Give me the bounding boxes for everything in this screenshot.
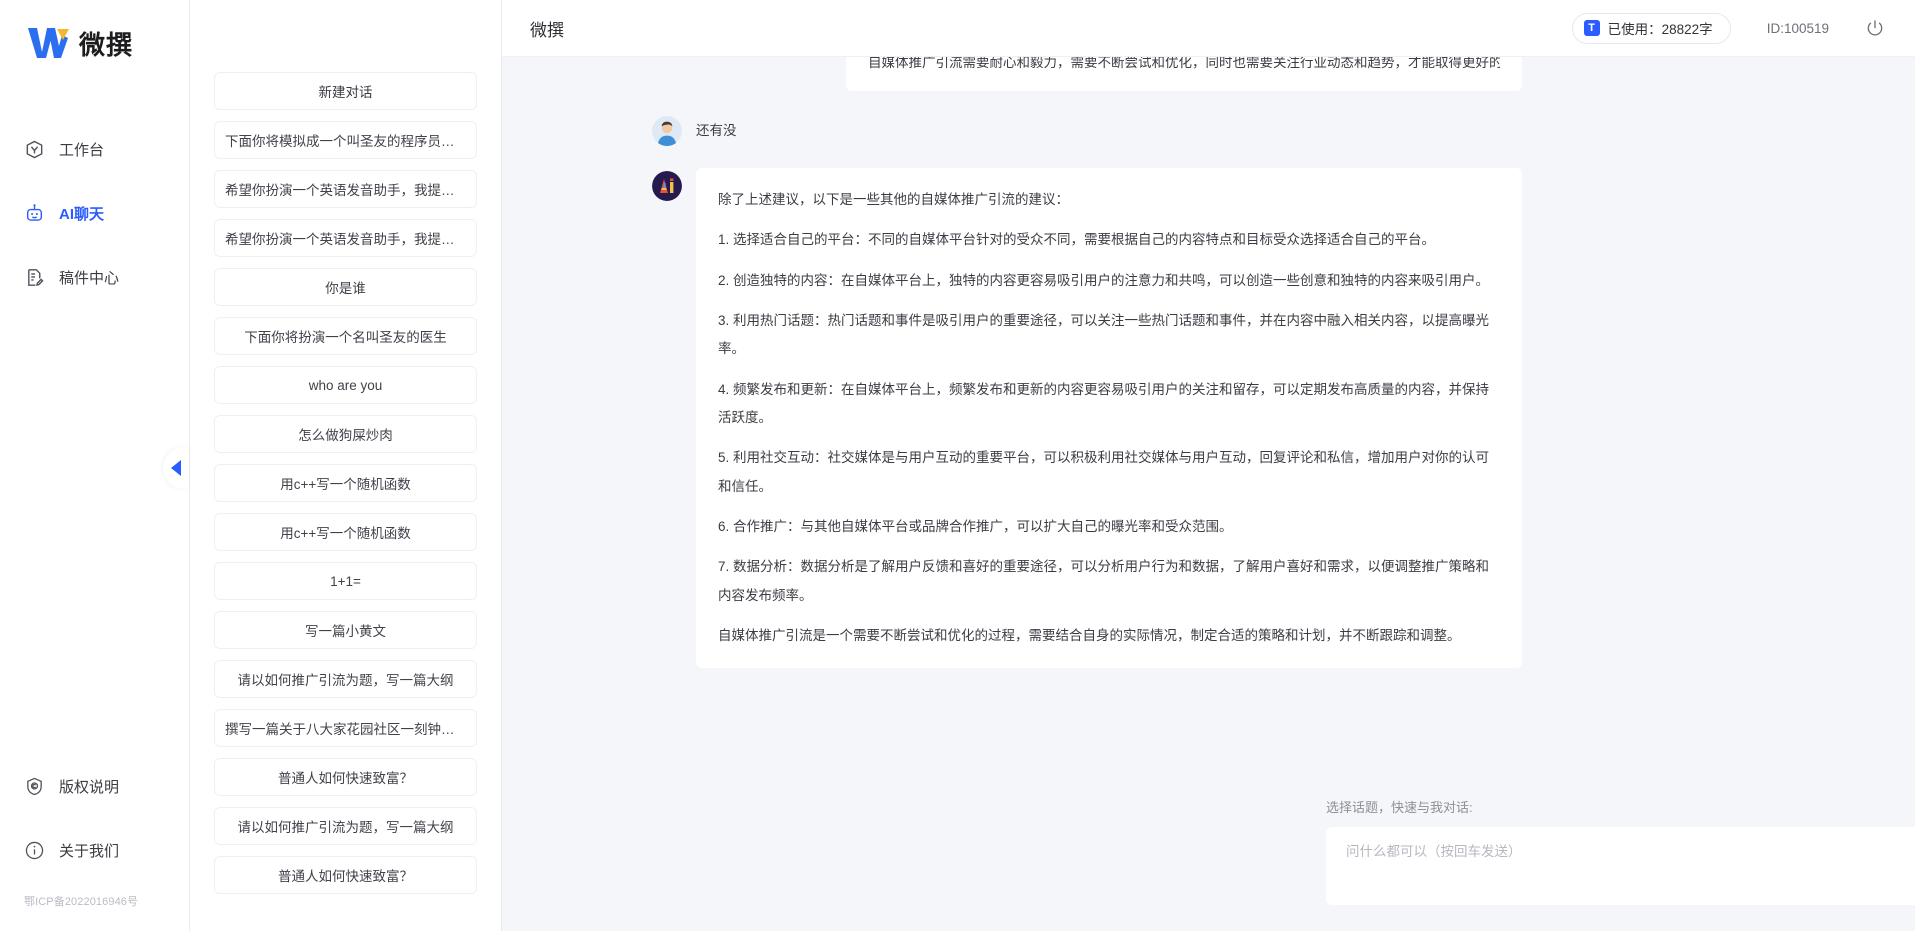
user-id-label: ID:100519	[1767, 21, 1829, 36]
message-ai: 除了上述建议，以下是一些其他的自媒体推广引流的建议： 1. 选择适合自己的平台：…	[652, 168, 1522, 668]
chat-scroll-region[interactable]: 自媒体推广引流需要耐心和毅力，需要不断尝试和优化，同时也需要关注行业动态和趋势，…	[502, 57, 1915, 797]
ai-paragraph: 2. 创造独特的内容：在自媒体平台上，独特的内容更容易吸引用户的注意力和共鸣，可…	[718, 267, 1500, 295]
conversation-list-panel: 新建对话 下面你将模拟成一个叫圣友的程序员，我说... 希望你扮演一个英语发音助…	[190, 0, 502, 931]
composer-region: 选择话题，快速与我对话:	[502, 797, 1915, 931]
top-bar-right: T 已使用：28822字 ID:100519	[1572, 13, 1885, 44]
ai-paragraph: 3. 利用热门话题：热门话题和事件是吸引用户的重要途径，可以关注一些热门话题和事…	[718, 307, 1500, 364]
token-icon: T	[1584, 20, 1600, 36]
composer: 选择话题，快速与我对话:	[1326, 797, 1915, 905]
conversation-item[interactable]: 希望你扮演一个英语发音助手，我提供给你...	[214, 170, 477, 208]
conversation-item[interactable]: 普通人如何快速致富？	[214, 856, 477, 894]
composer-hint-label: 选择话题，快速与我对话:	[1326, 797, 1915, 816]
message-user: 还有没	[652, 113, 1522, 146]
conversation-item[interactable]: 用c++写一个随机函数	[214, 513, 477, 551]
chevron-left-icon	[171, 460, 181, 476]
ai-paragraph: 除了上述建议，以下是一些其他的自媒体推广引流的建议：	[718, 186, 1500, 214]
ai-paragraph: 5. 利用社交互动：社交媒体是与用户互动的重要平台，可以积极利用社交媒体与用户互…	[718, 444, 1500, 501]
sidebar-item-label: 稿件中心	[59, 267, 119, 288]
w-logo-icon	[26, 26, 70, 60]
conversation-item[interactable]: 希望你扮演一个英语发音助手，我提供给你...	[214, 219, 477, 257]
message-input[interactable]	[1346, 844, 1915, 859]
conversation-item[interactable]: 撰写一篇关于八大家花园社区一刻钟便民生...	[214, 709, 477, 747]
shield-copyright-icon	[24, 776, 45, 797]
app-root: 微撰 工作台 AI聊天	[0, 0, 1915, 931]
workbench-icon	[24, 139, 45, 160]
conversation-item[interactable]: 用c++写一个随机函数	[214, 464, 477, 502]
ai-paragraph: 1. 选择适合自己的平台：不同的自媒体平台针对的受众不同，需要根据自己的内容特点…	[718, 226, 1500, 254]
conversation-item[interactable]: 怎么做狗屎炒肉	[214, 415, 477, 453]
ai-chat-robot-icon	[24, 203, 45, 224]
sidebar-item-copyright[interactable]: 版权说明	[0, 765, 189, 807]
ai-paragraph: 7. 数据分析：数据分析是了解用户反馈和喜好的重要途径，可以分析用户行为和数据，…	[718, 553, 1500, 610]
sidebar-item-label: 关于我们	[59, 840, 119, 861]
icp-record-text: 鄂ICP备2022016946号	[0, 893, 189, 909]
sidebar-nav: 工作台 AI聊天	[0, 128, 189, 298]
power-icon[interactable]	[1865, 18, 1885, 38]
composer-box[interactable]	[1326, 827, 1915, 905]
clipped-message-text: 自媒体推广引流需要耐心和毅力，需要不断尝试和优化，同时也需要关注行业动态和趋势，…	[868, 57, 1500, 77]
user-avatar-icon	[652, 116, 682, 146]
sidebar-item-label: 工作台	[59, 139, 104, 160]
new-conversation-label: 新建对话	[225, 81, 466, 101]
usage-label: 已使用：28822字	[1608, 18, 1713, 38]
ai-paragraph: 自媒体推广引流是一个需要不断尝试和优化的过程，需要结合自身的实际情况，制定合适的…	[718, 622, 1500, 650]
left-sidebar: 微撰 工作台 AI聊天	[0, 0, 190, 931]
document-edit-icon	[24, 267, 45, 288]
conversation-item[interactable]: 下面你将扮演一个名叫圣友的医生	[214, 317, 477, 355]
conversation-item[interactable]: 下面你将模拟成一个叫圣友的程序员，我说...	[214, 121, 477, 159]
user-message-text: 还有没	[696, 113, 737, 142]
conversation-item[interactable]: who are you	[214, 366, 477, 404]
sidebar-item-drafts[interactable]: 稿件中心	[0, 256, 189, 298]
ai-avatar	[652, 171, 682, 201]
conversation-item[interactable]: 普通人如何快速致富？	[214, 758, 477, 796]
sidebar-item-label: AI聊天	[59, 203, 104, 224]
sidebar-bottom-nav: 版权说明 关于我们 鄂ICP备2022016946号	[0, 765, 189, 931]
clipped-previous-message: 自媒体推广引流需要耐心和毅力，需要不断尝试和优化，同时也需要关注行业动态和趋势，…	[846, 57, 1522, 91]
ai-avatar-icon	[652, 171, 682, 201]
page-title: 微撰	[530, 16, 564, 41]
ai-message-bubble: 除了上述建议，以下是一些其他的自媒体推广引流的建议： 1. 选择适合自己的平台：…	[696, 168, 1522, 668]
chat-messages: 自媒体推广引流需要耐心和毅力，需要不断尝试和优化，同时也需要关注行业动态和趋势，…	[652, 57, 1522, 668]
sidebar-item-ai-chat[interactable]: AI聊天	[0, 192, 189, 234]
conversation-item[interactable]: 1+1=	[214, 562, 477, 600]
usage-badge[interactable]: T 已使用：28822字	[1572, 13, 1731, 44]
top-bar: 微撰 T 已使用：28822字 ID:100519	[502, 0, 1915, 57]
ai-paragraph: 6. 合作推广：与其他自媒体平台或品牌合作推广，可以扩大自己的曝光率和受众范围。	[718, 513, 1500, 541]
brand-logo[interactable]: 微撰	[0, 0, 189, 86]
brand-name: 微撰	[79, 25, 133, 62]
user-avatar	[652, 116, 682, 146]
main-area: 微撰 T 已使用：28822字 ID:100519 自媒体推广引流需要耐心和毅力…	[502, 0, 1915, 931]
sidebar-item-about[interactable]: 关于我们	[0, 829, 189, 871]
new-conversation-button[interactable]: 新建对话	[214, 72, 477, 110]
conversation-item[interactable]: 你是谁	[214, 268, 477, 306]
sidebar-item-label: 版权说明	[59, 776, 119, 797]
ai-paragraph: 4. 频繁发布和更新：在自媒体平台上，频繁发布和更新的内容更容易吸引用户的关注和…	[718, 376, 1500, 433]
conversation-item[interactable]: 写一篇小黄文	[214, 611, 477, 649]
conversation-item[interactable]: 请以如何推广引流为题，写一篇大纲	[214, 660, 477, 698]
sidebar-item-workbench[interactable]: 工作台	[0, 128, 189, 170]
info-circle-icon	[24, 840, 45, 861]
conversation-item[interactable]: 请以如何推广引流为题，写一篇大纲	[214, 807, 477, 845]
